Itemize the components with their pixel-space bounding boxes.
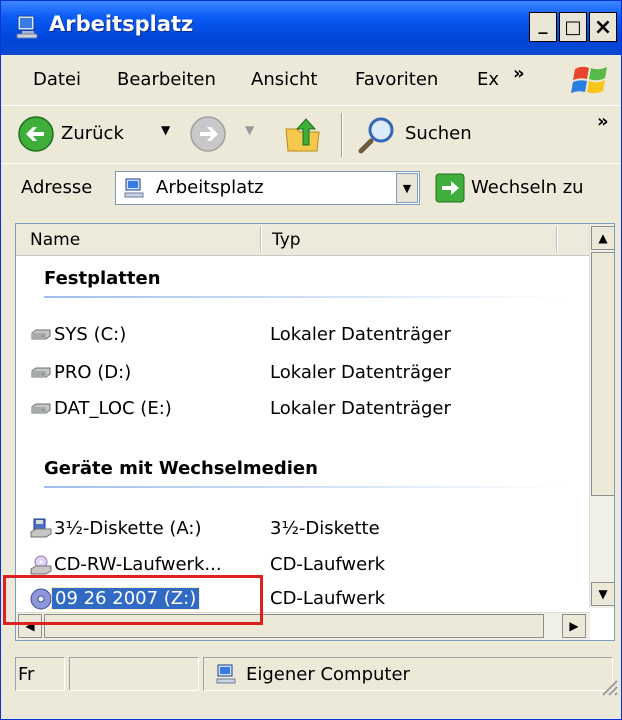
menu-extras[interactable]: Ex [477,69,499,90]
group-title-festplatten: Festplatten [44,268,161,289]
highlight-box [3,575,263,625]
column-header-bar: Name Typ [16,224,589,256]
column-header-name[interactable]: Name [30,230,80,250]
item-name: DAT_LOC (E:) [54,398,172,419]
column-divider[interactable] [556,226,558,252]
cd-drive-icon [30,555,52,575]
standard-toolbar: Zurück ▼ ▼ Suchen » [1,107,621,164]
item-type: CD-Laufwerk [270,554,386,575]
hard-drive-icon [31,403,51,414]
address-value: Arbeitsplatz [156,177,264,198]
address-dropdown-button[interactable]: ▼ [396,173,418,203]
group-title-wechselmedien: Geräte mit Wechselmedien [44,458,318,479]
hard-drive-icon [31,367,51,378]
resize-grip-icon[interactable] [597,675,619,697]
menu-bar: Datei Bearbeiten Ansicht Favoriten Ex » [1,55,621,106]
go-button-label[interactable]: Wechseln zu [471,177,584,198]
search-button-label[interactable]: Suchen [405,123,472,144]
arrow-down-icon: ▼ [598,587,608,601]
toolbar-overflow-chevron-icon[interactable]: » [597,111,609,132]
column-header-typ[interactable]: Typ [272,230,301,250]
back-arrow-icon[interactable] [17,115,55,153]
status-text: Fr [18,664,35,685]
floppy-drive-icon [30,518,52,538]
arrow-up-icon: ▲ [598,231,608,245]
status-pane-left: Fr [15,657,65,691]
forward-arrow-icon[interactable] [189,115,227,153]
status-zone-label: Eigener Computer [246,664,410,685]
address-field[interactable]: Arbeitsplatz ▼ [115,171,420,205]
item-name: CD-RW-Laufwerk... [54,554,222,575]
my-computer-icon [16,15,38,39]
item-type: CD-Laufwerk [270,588,386,609]
arrow-right-icon: ▶ [569,619,579,633]
windows-logo-icon [571,66,607,94]
vertical-scroll-thumb[interactable] [591,252,614,496]
item-type: Lokaler Datenträger [270,362,451,383]
my-computer-icon [124,178,144,198]
maximize-button[interactable]: □ [559,12,587,42]
status-pane-middle [69,657,199,691]
vertical-scrollbar[interactable]: ▲ ▼ [589,224,614,608]
scroll-down-button[interactable]: ▼ [591,582,614,606]
item-type: Lokaler Datenträger [270,324,451,345]
search-icon[interactable] [357,115,397,155]
hard-drive-icon [31,329,51,340]
close-icon: × [593,14,613,40]
item-type: Lokaler Datenträger [270,398,451,419]
maximize-icon: □ [564,16,582,38]
close-button[interactable]: × [589,12,617,42]
dropdown-arrow-icon: ▼ [402,181,412,195]
minimize-icon: _ [538,14,548,35]
toolbar-separator [341,113,343,157]
list-item[interactable]: DAT_LOC (E:) Lokaler Datenträger [30,394,570,424]
address-label: Adresse [21,177,93,198]
scroll-right-button[interactable]: ▶ [562,614,586,638]
group-divider [44,296,564,298]
menu-ansicht[interactable]: Ansicht [251,69,317,90]
column-divider[interactable] [260,226,262,252]
list-item[interactable]: 3½-Diskette (A:) 3½-Diskette [30,514,570,544]
menu-overflow-chevron-icon[interactable]: » [513,63,525,84]
list-item[interactable]: PRO (D:) Lokaler Datenträger [30,358,570,388]
back-dropdown-icon[interactable]: ▼ [161,123,170,137]
minimize-button[interactable]: _ [529,12,557,42]
list-item[interactable]: SYS (C:) Lokaler Datenträger [30,320,570,350]
item-name: SYS (C:) [54,324,127,345]
window-title: Arbeitsplatz [49,12,194,36]
scroll-up-button[interactable]: ▲ [591,226,614,250]
menu-bearbeiten[interactable]: Bearbeiten [117,69,216,90]
explorer-window: Arbeitsplatz _ □ × Datei Bearbeiten Ansi… [0,0,622,720]
item-name: 3½-Diskette (A:) [54,518,202,539]
go-arrow-icon[interactable] [435,173,465,203]
status-bar: Fr Eigener Computer [1,651,621,719]
forward-dropdown-icon[interactable]: ▼ [245,123,254,137]
menu-datei[interactable]: Datei [33,69,81,90]
group-divider [44,486,564,488]
back-button-label[interactable]: Zurück [61,123,124,144]
status-pane-zone: Eigener Computer [203,657,613,691]
address-bar: Adresse Arbeitsplatz ▼ Wechseln zu [1,165,621,215]
menu-favoriten[interactable]: Favoriten [355,69,438,90]
item-type: 3½-Diskette [270,518,380,539]
title-bar[interactable]: Arbeitsplatz _ □ × [1,1,621,55]
folder-up-icon[interactable] [283,115,323,155]
my-computer-icon [216,664,236,684]
item-name: PRO (D:) [54,362,132,383]
